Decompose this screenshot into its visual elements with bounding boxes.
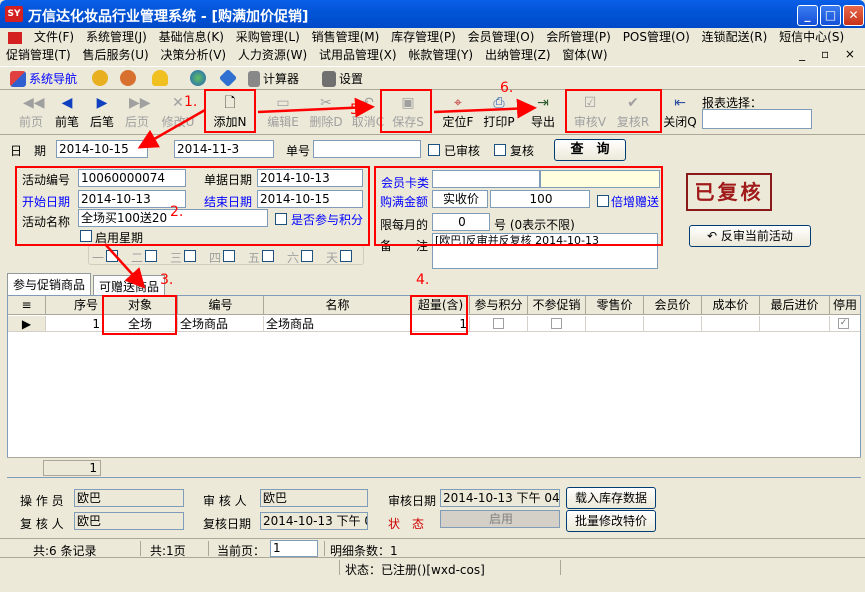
arrow-5 xyxy=(257,97,375,118)
arrow-3 xyxy=(104,243,146,289)
arrow-1 xyxy=(137,108,206,149)
arrow-6 xyxy=(433,98,537,119)
annotation-arrows xyxy=(104,97,537,289)
